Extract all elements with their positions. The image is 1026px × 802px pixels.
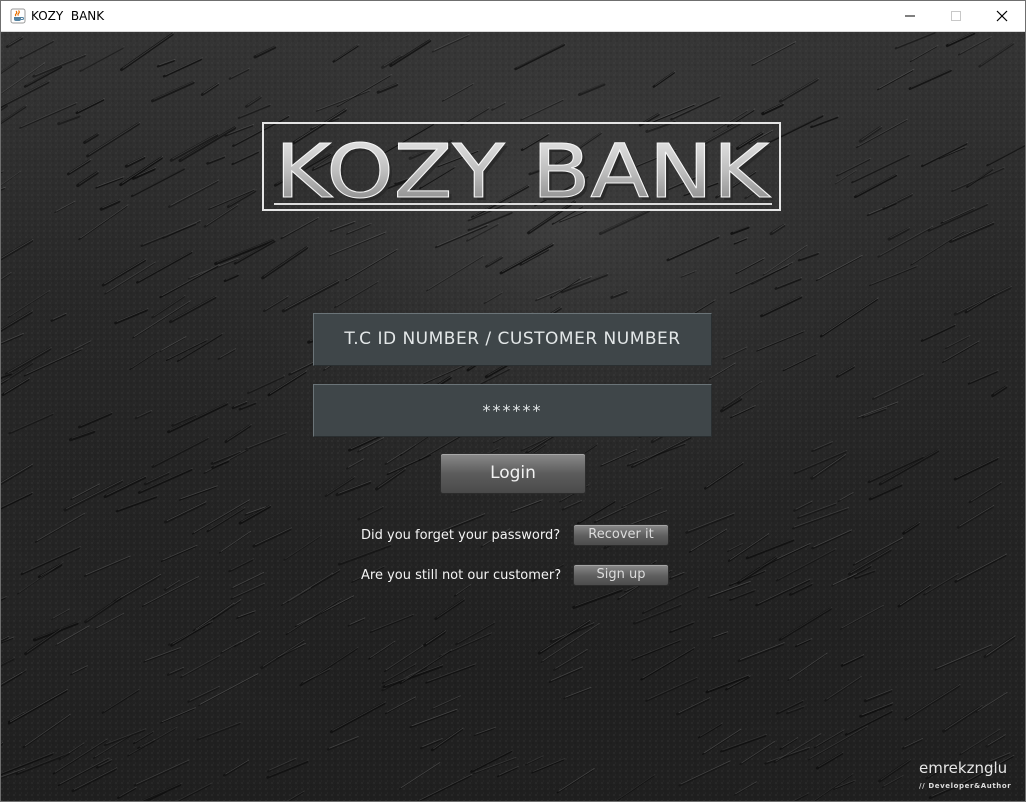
minimize-button[interactable] — [887, 1, 933, 31]
app-window: KOZY BANK KOZY BANK KOZY BANK T.C ID NUM… — [0, 0, 1026, 802]
not-customer-label: Are you still not our customer? — [361, 568, 562, 583]
customer-id-field[interactable]: T.C ID NUMBER / CUSTOMER NUMBER — [313, 313, 712, 366]
close-icon — [996, 10, 1008, 22]
close-button[interactable] — [979, 1, 1025, 31]
sign-up-button[interactable]: Sign up — [573, 564, 669, 586]
login-button[interactable]: Login — [440, 453, 586, 494]
forgot-password-label: Did you forget your password? — [361, 528, 561, 543]
maximize-button[interactable] — [933, 1, 979, 31]
password-field[interactable]: ****** — [313, 384, 712, 437]
author-role: // Developer&Author — [919, 782, 1012, 790]
window-title: KOZY BANK — [31, 9, 105, 23]
login-panel: KOZY BANK KOZY BANK T.C ID NUMBER / CUST… — [1, 32, 1025, 801]
minimize-icon — [905, 15, 915, 17]
author-name: emrekznglu — [919, 759, 1008, 777]
bank-logo-graphic: KOZY BANK KOZY BANK — [274, 129, 775, 209]
bank-logo: KOZY BANK KOZY BANK — [262, 122, 781, 211]
java-cup-icon — [10, 8, 26, 24]
maximize-icon — [951, 11, 961, 21]
title-bar[interactable]: KOZY BANK — [1, 1, 1025, 32]
recover-button[interactable]: Recover it — [573, 524, 669, 546]
bank-logo-text: KOZY BANK — [275, 129, 772, 209]
